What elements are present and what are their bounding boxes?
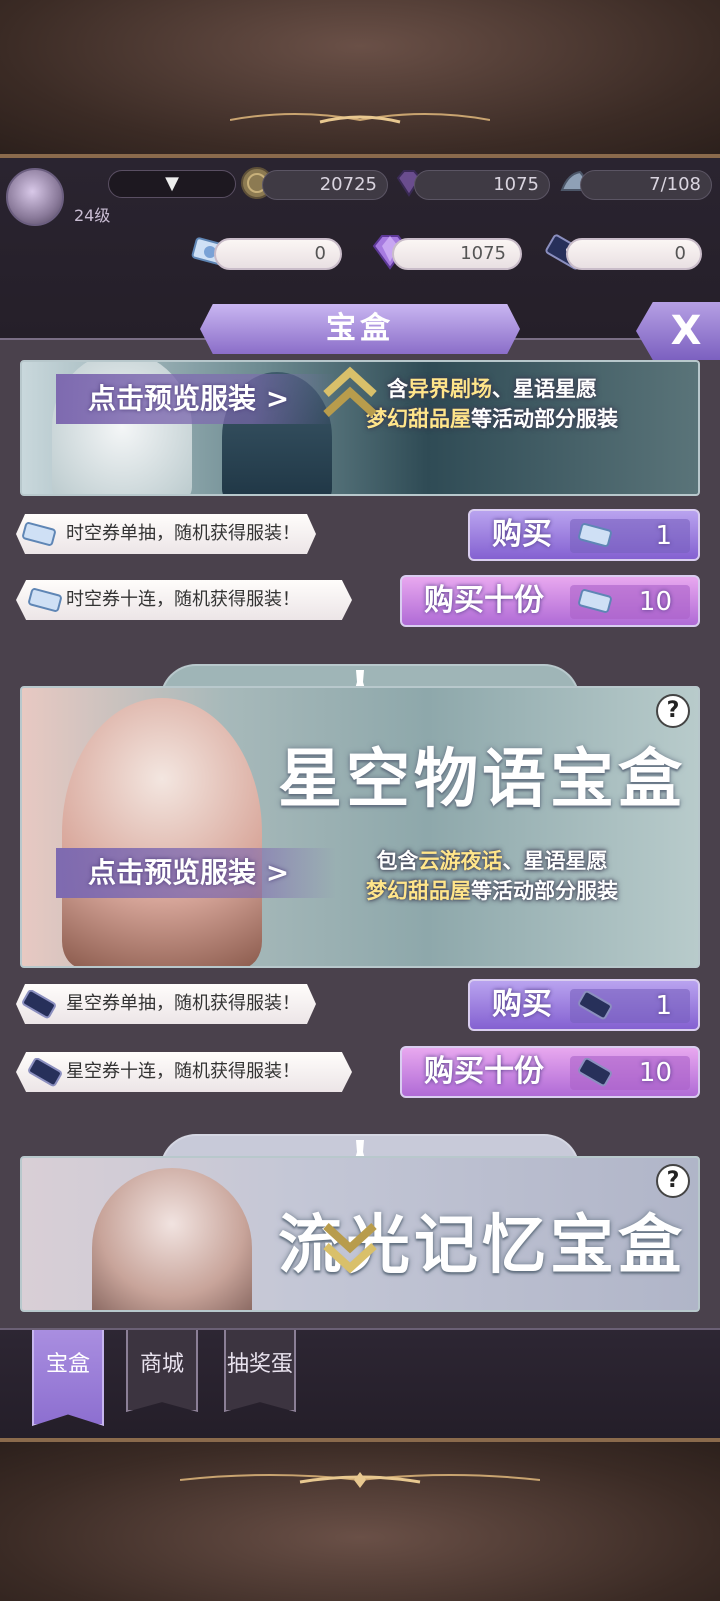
buy-single-button[interactable]: 购买 1 xyxy=(468,509,700,561)
buy-ten-button[interactable]: 购买十份 10 xyxy=(400,575,700,627)
ten-draw-note: 星空券十连，随机获得服装！ xyxy=(16,1052,352,1092)
top-frame xyxy=(0,0,720,158)
help-button[interactable]: ? xyxy=(656,1164,690,1198)
help-button[interactable]: ? xyxy=(656,694,690,728)
desc-highlight: 云游夜话 xyxy=(418,849,503,873)
player-level: 24级 xyxy=(74,206,111,225)
preview-outfit-button[interactable]: 点击预览服装 > xyxy=(56,374,336,424)
close-button[interactable]: X xyxy=(636,302,720,360)
box-title: 星空物语宝盒 xyxy=(278,743,686,817)
tab-shop[interactable]: 商城 xyxy=(126,1330,198,1412)
cost-box: 1 xyxy=(570,989,690,1023)
box-description: 包含云游夜话、星语星愿 梦幻甜品屋等活动部分服装 xyxy=(322,846,662,906)
starry-ticket-counter: 0 xyxy=(566,238,702,270)
diamond-counter: 1075 xyxy=(414,170,550,200)
panel-title: 宝盒 xyxy=(200,304,520,354)
bottom-tab-bar: 宝盒 商城 抽奖蛋 xyxy=(0,1328,720,1438)
character-illustration xyxy=(92,1168,252,1310)
bottom-frame xyxy=(0,1438,720,1601)
cost-box: 10 xyxy=(570,1056,690,1090)
preview-outfit-button[interactable]: 点击预览服装 > xyxy=(56,848,336,898)
starry-ticket-icon xyxy=(22,990,56,1019)
cost-value: 1 xyxy=(655,991,672,1021)
ten-draw-note: 时空券十连，随机获得服装！ xyxy=(16,580,352,620)
tab-lottery-egg[interactable]: 抽奖蛋 xyxy=(224,1330,296,1412)
spacetime-ticket-icon xyxy=(22,522,56,546)
desc-text: 等活动部分服装 xyxy=(471,407,618,431)
profile-dropdown[interactable]: ▼ xyxy=(108,170,236,198)
starry-ticket-icon xyxy=(578,1058,612,1087)
spacetime-ticket-counter: 0 xyxy=(214,238,342,270)
desc-text: 包含 xyxy=(376,849,419,873)
cost-value: 10 xyxy=(638,587,672,617)
cost-box: 1 xyxy=(570,519,690,553)
buy-label: 购买 xyxy=(492,987,552,1022)
starry-ticket-icon xyxy=(578,991,612,1020)
desc-highlight: 异界剧场 xyxy=(408,377,492,401)
buy-label: 购买十份 xyxy=(424,1054,544,1089)
single-draw-note: 星空券单抽，随机获得服装！ xyxy=(16,984,316,1024)
desc-text: 等活动部分服装 xyxy=(471,879,618,903)
buy-single-button[interactable]: 购买 1 xyxy=(468,979,700,1031)
desc-text: 、星语星愿 xyxy=(502,849,608,873)
ornament-icon xyxy=(230,113,490,124)
buy-label: 购买十份 xyxy=(424,583,544,618)
desc-text: 含 xyxy=(387,377,408,401)
stamina-counter: 7/108 xyxy=(580,170,712,200)
box-description: 含异界剧场、星语星愿 梦幻甜品屋等活动部分服装 xyxy=(342,374,642,434)
box-banner-2[interactable]: 星空物语宝盒 点击预览服装 > 包含云游夜话、星语星愿 梦幻甜品屋等活动部分服装 xyxy=(20,686,700,968)
single-draw-note: 时空券单抽，随机获得服装！ xyxy=(16,514,316,554)
desc-text: 、星语星愿 xyxy=(492,377,597,401)
scroll-down-icon[interactable] xyxy=(320,1216,380,1276)
scroll-up-icon[interactable] xyxy=(320,364,380,424)
ornament-icon xyxy=(180,1472,540,1488)
desc-highlight: 梦幻甜品屋 xyxy=(366,407,471,431)
starry-ticket-icon xyxy=(28,1058,62,1087)
tab-gift-box[interactable]: 宝盒 xyxy=(32,1330,104,1426)
spacetime-ticket-icon xyxy=(28,588,62,612)
buy-label: 购买 xyxy=(492,517,552,552)
gold-counter: 20725 xyxy=(262,170,388,200)
avatar[interactable] xyxy=(6,168,64,226)
buy-ten-button[interactable]: 购买十份 10 xyxy=(400,1046,700,1098)
cost-box: 10 xyxy=(570,585,690,619)
spacetime-ticket-icon xyxy=(578,589,612,613)
desc-highlight: 梦幻甜品屋 xyxy=(366,879,471,903)
cost-value: 10 xyxy=(638,1058,672,1088)
character-illustration xyxy=(62,698,262,966)
diamond-ticket-counter: 1075 xyxy=(392,238,522,270)
cost-value: 1 xyxy=(655,521,672,551)
spacetime-ticket-icon xyxy=(578,523,612,547)
